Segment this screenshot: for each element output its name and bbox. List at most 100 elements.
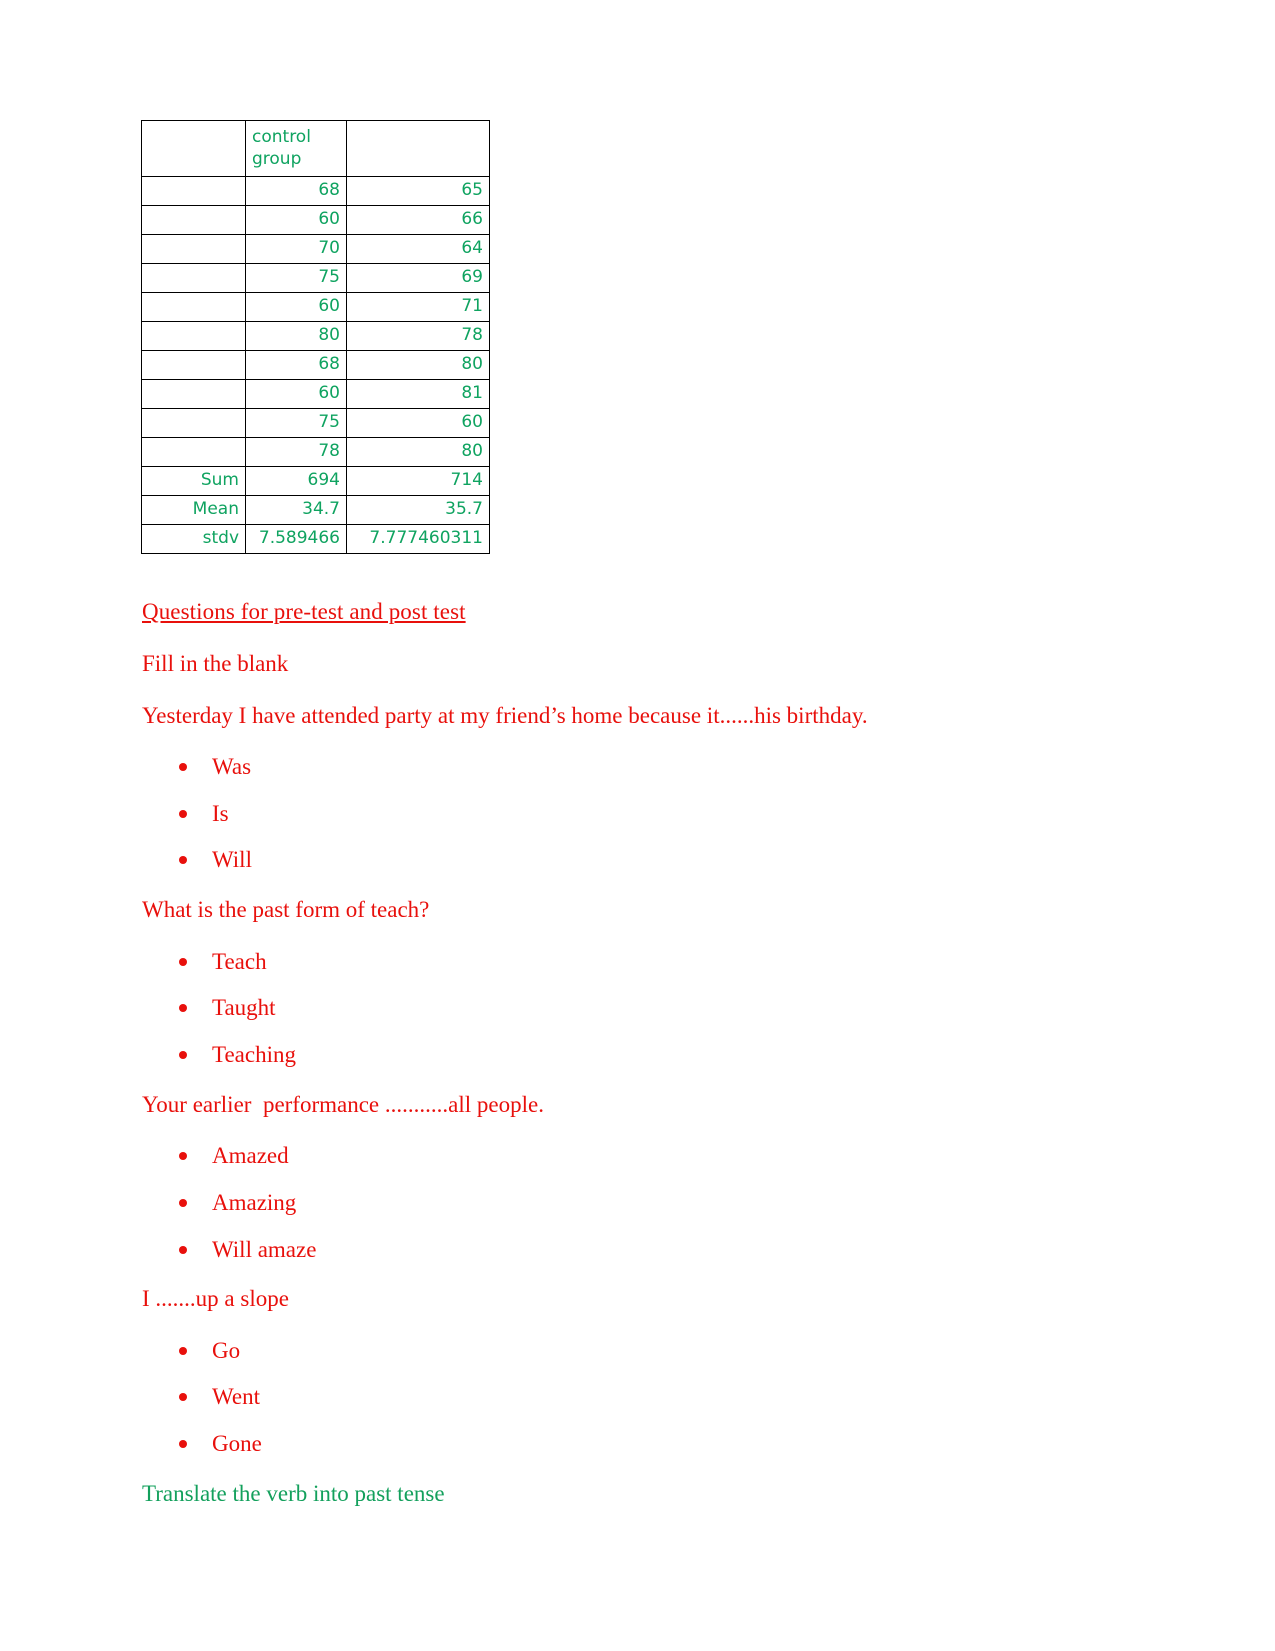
row-label	[141, 263, 246, 293]
option-item[interactable]: Taught	[141, 994, 1141, 1022]
option-label: Go	[212, 1337, 241, 1363]
option-label: Amazing	[212, 1189, 297, 1215]
option-label: Teaching	[212, 1041, 296, 1067]
row-other-value: 66	[346, 205, 490, 235]
table-row-stdv: stdv 7.589466 7.777460311	[141, 524, 490, 554]
closing-instruction: Translate the verb into past tense	[142, 1480, 445, 1506]
row-control-value: 70	[245, 234, 347, 264]
option-label: Taught	[212, 995, 276, 1021]
row-label	[141, 437, 246, 467]
row-other-value: 60	[346, 408, 490, 438]
row-label-sum: Sum	[141, 466, 246, 496]
row-other-value: 69	[346, 263, 490, 293]
row-label	[141, 408, 246, 438]
table-row-sum: Sum 694 714	[141, 466, 490, 496]
bullet-icon	[179, 809, 187, 818]
question-prompt-1: Yesterday I have attended party at my fr…	[142, 702, 868, 728]
option-label: Amazed	[212, 1143, 289, 1169]
option-list-2: Teach Taught Teaching	[141, 948, 1141, 1069]
option-label: Gone	[212, 1431, 262, 1457]
bullet-icon	[179, 957, 187, 966]
table-row-mean: Mean 34.7 35.7	[141, 495, 490, 525]
option-item[interactable]: Gone	[141, 1430, 1141, 1458]
option-item[interactable]: Is	[141, 800, 1141, 828]
table-row: 68 80	[141, 350, 490, 380]
stdv-other-value: 7.777460311	[346, 524, 490, 554]
row-control-value: 68	[245, 350, 347, 380]
row-other-value: 78	[346, 321, 490, 351]
bullet-icon	[179, 1393, 187, 1402]
option-list-1: Was Is Will	[141, 753, 1141, 874]
row-label	[141, 321, 246, 351]
option-item[interactable]: Amazing	[141, 1189, 1141, 1217]
table-body: control group 68 65 60 66 70 64 75 69 60…	[141, 120, 490, 554]
table-row: 70 64	[141, 234, 490, 264]
option-item[interactable]: Go	[141, 1337, 1141, 1365]
table-header-row: control group	[141, 120, 490, 177]
table-row: 60 81	[141, 379, 490, 409]
table-row: 78 80	[141, 437, 490, 467]
option-label: Will amaze	[212, 1236, 317, 1262]
option-item[interactable]: Was	[141, 753, 1141, 781]
table-row: 60 71	[141, 292, 490, 322]
option-list-4: Go Went Gone	[141, 1337, 1141, 1458]
row-label	[141, 234, 246, 264]
bullet-icon	[179, 1152, 187, 1161]
sum-control-value: 694	[245, 466, 347, 496]
row-control-value: 68	[245, 176, 347, 206]
bullet-icon	[179, 1050, 187, 1059]
question-block-3: Your earlier performance ...........all …	[141, 1091, 1141, 1264]
row-control-value: 60	[245, 292, 347, 322]
option-item[interactable]: Amazed	[141, 1142, 1141, 1170]
table-row: 75 69	[141, 263, 490, 293]
option-list-3: Amazed Amazing Will amaze	[141, 1142, 1141, 1263]
bullet-icon	[179, 1440, 187, 1449]
row-label-stdv: stdv	[141, 524, 246, 554]
row-control-value: 78	[245, 437, 347, 467]
row-label-mean: Mean	[141, 495, 246, 525]
mean-control-value: 34.7	[245, 495, 347, 525]
row-other-value: 81	[346, 379, 490, 409]
sum-other-value: 714	[346, 466, 490, 496]
row-control-value: 75	[245, 408, 347, 438]
option-label: Will	[212, 847, 252, 873]
option-item[interactable]: Will	[141, 846, 1141, 874]
row-label	[141, 292, 246, 322]
row-other-value: 65	[346, 176, 490, 206]
row-label	[141, 350, 246, 380]
row-label	[141, 379, 246, 409]
option-label: Is	[212, 800, 229, 826]
option-label: Was	[212, 754, 252, 780]
questions-heading: Questions for pre-test and post test	[142, 599, 466, 624]
question-prompt-3: Your earlier performance ...........all …	[142, 1091, 544, 1117]
row-control-value: 60	[245, 205, 347, 235]
table-header-cell-empty-left	[141, 120, 246, 177]
bullet-icon	[179, 1004, 187, 1013]
option-label: Teach	[212, 948, 267, 974]
option-item[interactable]: Teaching	[141, 1041, 1141, 1069]
question-block-4: I .......up a slope Go Went Gone	[141, 1285, 1141, 1458]
row-control-value: 75	[245, 263, 347, 293]
option-label: Went	[212, 1384, 260, 1410]
statistics-table: control group 68 65 60 66 70 64 75 69 60…	[141, 120, 490, 554]
option-item[interactable]: Will amaze	[141, 1236, 1141, 1264]
instruction-text: Fill in the blank	[142, 650, 289, 676]
row-other-value: 64	[346, 234, 490, 264]
table-row: 75 60	[141, 408, 490, 438]
question-block-2: What is the past form of teach? Teach Ta…	[141, 896, 1141, 1069]
bullet-icon	[179, 1245, 187, 1254]
table-header-cell-empty-right	[346, 120, 490, 177]
row-other-value: 80	[346, 350, 490, 380]
question-prompt-2: What is the past form of teach?	[142, 897, 430, 923]
question-prompt-4: I .......up a slope	[142, 1286, 289, 1312]
bullet-icon	[179, 1198, 187, 1207]
row-other-value: 71	[346, 292, 490, 322]
document-body: control group 68 65 60 66 70 64 75 69 60…	[141, 120, 1141, 1531]
row-label	[141, 205, 246, 235]
table-row: 80 78	[141, 321, 490, 351]
option-item[interactable]: Went	[141, 1383, 1141, 1411]
stdv-control-value: 7.589466	[245, 524, 347, 554]
document-page: control group 68 65 60 66 70 64 75 69 60…	[0, 0, 1275, 1651]
table-row: 60 66	[141, 205, 490, 235]
option-item[interactable]: Teach	[141, 948, 1141, 976]
